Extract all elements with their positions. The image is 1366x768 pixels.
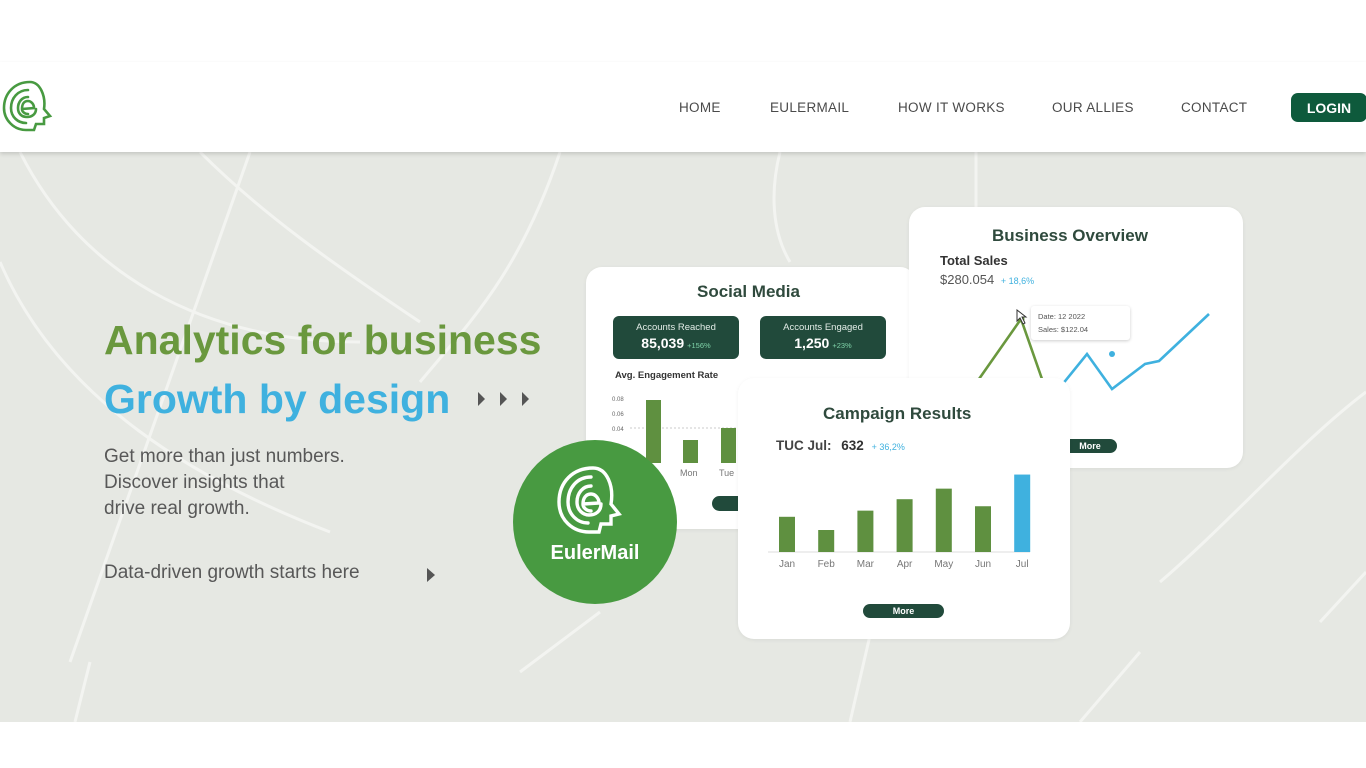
- cta-link[interactable]: Data-driven growth starts here: [104, 562, 360, 584]
- accounts-reached-stat: Accounts Reached 85,039 +156%: [613, 316, 739, 359]
- campaign-results-card: Campaign Results TUC Jul: 632 + 36,2% Ja…: [738, 378, 1070, 639]
- eulermail-logo-icon[interactable]: [0, 76, 60, 138]
- social-media-title: Social Media: [697, 282, 800, 301]
- x-tick-label: Jun: [975, 559, 991, 570]
- data-point: [1109, 351, 1115, 357]
- bar-jan: [779, 516, 795, 552]
- nav-how-it-works[interactable]: HOW IT WORKS: [898, 100, 1005, 115]
- campaign-title: Campaign Results: [823, 404, 972, 423]
- engagement-bar: [721, 428, 736, 463]
- hero-description: Get more than just numbers. Discover ins…: [104, 446, 345, 519]
- x-tick-label: Apr: [897, 559, 913, 570]
- engagement-bar: [646, 400, 661, 463]
- y-tick-label: 0.06: [612, 412, 624, 418]
- triple-arrow-icon: [478, 392, 529, 406]
- engagement-bar: [683, 440, 698, 463]
- x-tick-label: Feb: [818, 559, 836, 570]
- x-tick-label: Mon: [680, 468, 698, 478]
- bar-feb: [818, 530, 835, 552]
- x-tick-label: Jan: [779, 559, 795, 570]
- business-overview-title: Business Overview: [992, 226, 1148, 245]
- page-bottom: [0, 722, 1366, 768]
- sales-tooltip: Date: 12 2022 Sales: $122.04: [1031, 306, 1130, 340]
- bar-may: [935, 488, 952, 552]
- badge-label: EulerMail: [550, 542, 640, 564]
- hero-subheadline: Growth by design: [104, 376, 451, 422]
- nav-our-allies[interactable]: OUR ALLIES: [1052, 100, 1134, 115]
- nav-home[interactable]: HOME: [679, 100, 721, 115]
- x-tick-label: May: [934, 559, 953, 570]
- x-tick-label: Tue: [719, 468, 734, 478]
- bar-jul: [1014, 474, 1031, 552]
- eulermail-badge: EulerMail: [513, 440, 677, 604]
- total-sales-label: Total Sales: [940, 253, 1008, 268]
- eulermail-head-icon: [557, 466, 622, 534]
- engagement-title: Avg. Engagement Rate: [615, 370, 719, 381]
- bar-mar: [857, 510, 874, 552]
- bar-apr: [896, 499, 913, 552]
- play-arrow-icon[interactable]: [426, 567, 436, 583]
- total-sales-value: $280.054 + 18,6%: [940, 272, 1035, 287]
- x-tick-label: Mar: [857, 559, 875, 570]
- nav-contact[interactable]: CONTACT: [1181, 100, 1247, 115]
- y-tick-label: 0.04: [612, 427, 624, 433]
- campaign-bar-chart: Jan Feb Mar Apr May Jun Jul: [768, 474, 1031, 570]
- accounts-engaged-stat: Accounts Engaged 1,250 +23%: [760, 316, 886, 359]
- x-tick-label: Jul: [1016, 559, 1029, 570]
- campaign-more-button[interactable]: More: [863, 604, 944, 618]
- bar-jun: [975, 506, 991, 552]
- y-tick-label: 0.08: [612, 397, 624, 403]
- tuc-row: TUC Jul: 632 + 36,2%: [776, 438, 905, 453]
- navbar: HOME EULERMAIL HOW IT WORKS OUR ALLIES C…: [0, 62, 1366, 152]
- login-button[interactable]: LOGIN: [1291, 93, 1366, 122]
- nav-eulermail[interactable]: EULERMAIL: [770, 100, 849, 115]
- hero-headline: Analytics for business: [104, 317, 542, 363]
- cursor-icon: [1016, 309, 1028, 325]
- hero-section: Analytics for business Growth by design …: [0, 152, 1366, 722]
